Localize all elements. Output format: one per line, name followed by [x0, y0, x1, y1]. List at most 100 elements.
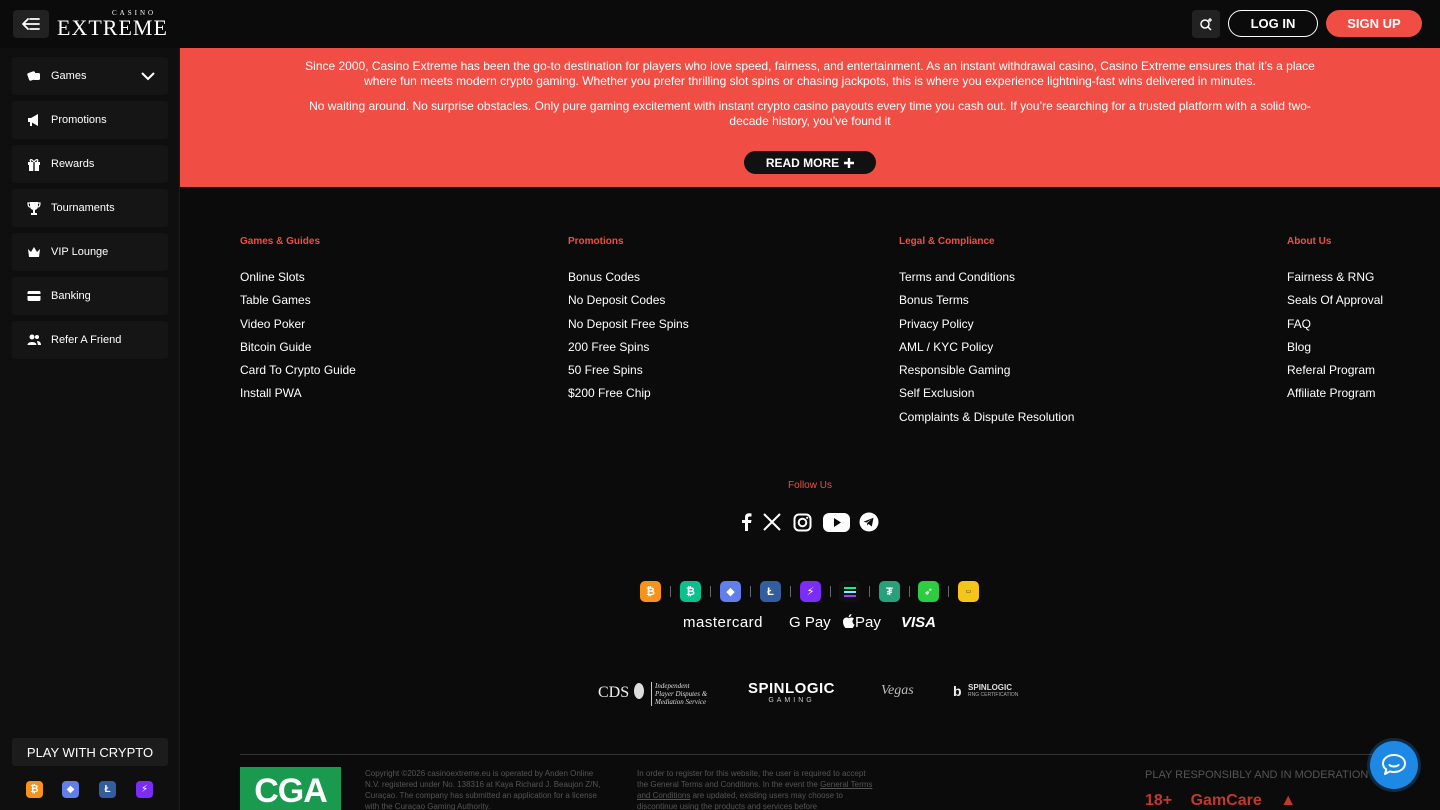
cds-subtitle-2: Player Disputes &: [655, 690, 708, 698]
casino-extreme-logo[interactable]: CASINO EXTREME: [57, 8, 172, 40]
litecoin-icon: Ł: [760, 581, 781, 602]
banner-paragraph-1: Since 2000, Casino Extreme has been the …: [305, 59, 1315, 88]
column-title: About Us: [1287, 236, 1332, 247]
games-icon: [27, 71, 40, 81]
play-responsibly-text: PLAY RESPONSIBLY AND IN MODERATION: [1145, 769, 1369, 781]
footer-link[interactable]: Self Exclusion: [899, 386, 1074, 409]
sidebar-item-games[interactable]: Games: [12, 57, 168, 95]
footer-link[interactable]: No Deposit Codes: [568, 293, 689, 316]
footer-link[interactable]: Fairness & RNG: [1287, 270, 1383, 293]
footer-link[interactable]: 50 Free Spins: [568, 363, 689, 386]
footer-link[interactable]: Video Poker: [240, 317, 356, 340]
banner-paragraph-2: No waiting around. No surprise obstacles…: [309, 99, 1311, 128]
divider: [670, 586, 671, 597]
live-chat-button[interactable]: [1370, 741, 1418, 789]
read-more-label: READ MORE: [765, 155, 840, 170]
sidebar-item-tournaments[interactable]: Tournaments: [12, 189, 168, 227]
divider: [830, 586, 831, 597]
footer-link[interactable]: Online Slots: [240, 270, 356, 293]
telegram-icon[interactable]: [858, 511, 880, 533]
sidebar: Games Promotions Rewards Tournaments VIP…: [0, 48, 180, 810]
footer-link[interactable]: Seals Of Approval: [1287, 293, 1383, 316]
footer-link[interactable]: FAQ: [1287, 317, 1383, 340]
x-twitter-icon[interactable]: [761, 511, 783, 533]
apple-pay-label: Pay: [855, 614, 881, 631]
sidebar-item-refer-a-friend[interactable]: Refer A Friend: [12, 321, 168, 359]
age-18-badge[interactable]: 18+: [1145, 792, 1172, 809]
sidebar-item-label: Games: [51, 70, 87, 82]
about-banner: Since 2000, Casino Extreme has been the …: [180, 48, 1440, 187]
bitcoin-icon[interactable]: ₿: [26, 781, 43, 798]
app-root: CASINO EXTREME LOG IN SIGN UP Games Prom…: [0, 0, 1440, 810]
megaphone-icon: [28, 114, 38, 126]
divider: [948, 586, 949, 597]
bitcoin-icon: ₿: [640, 581, 661, 602]
follow-us-heading: Follow Us: [788, 480, 832, 491]
copyright-text: Copyright ©2026 casinoextreme.eu is oper…: [365, 769, 601, 810]
footer-link[interactable]: 200 Free Spins: [568, 340, 689, 363]
footer-divider: [240, 754, 1380, 755]
chat-bubble-icon: [1382, 754, 1406, 775]
sidebar-item-vip-lounge[interactable]: VIP Lounge: [12, 233, 168, 271]
footer-link[interactable]: Table Games: [240, 293, 356, 316]
apple-pay-logo: Pay: [842, 614, 881, 631]
instagram-icon[interactable]: [791, 511, 813, 533]
gamcare-logo[interactable]: GamCare: [1191, 792, 1262, 809]
footer-column-games-guides: Games & Guides Online Slots Table Games …: [240, 236, 356, 410]
lightning-icon: ⚡: [800, 581, 821, 602]
trophy-icon: [27, 202, 41, 215]
footer-link[interactable]: Privacy Policy: [899, 317, 1074, 340]
cga-logo[interactable]: CGA: [240, 767, 341, 810]
facebook-icon[interactable]: [735, 511, 757, 533]
login-button[interactable]: LOG IN: [1228, 10, 1318, 37]
column-title: Games & Guides: [240, 236, 321, 247]
rocket-icon: ➶: [918, 581, 939, 602]
column-title: Promotions: [568, 236, 624, 247]
footer-link[interactable]: Bonus Terms: [899, 293, 1074, 316]
divider: [869, 586, 870, 597]
footer-link[interactable]: Card To Crypto Guide: [240, 363, 356, 386]
footer-link[interactable]: No Deposit Free Spins: [568, 317, 689, 340]
cds-subtitle-3: Mediation Service: [655, 698, 707, 706]
chevron-down-icon[interactable]: [140, 68, 156, 84]
read-more-button[interactable]: READ MORE: [744, 151, 876, 174]
footer-column-legal-compliance: Legal & Compliance Terms and Conditions …: [899, 236, 1074, 433]
footer-link[interactable]: Install PWA: [240, 386, 356, 409]
litecoin-icon[interactable]: Ł: [99, 781, 116, 798]
play-with-crypto-button[interactable]: PLAY WITH CRYPTO: [12, 738, 168, 766]
footer-link[interactable]: Complaints & Dispute Resolution: [899, 410, 1074, 433]
sidebar-item-promotions[interactable]: Promotions: [12, 101, 168, 139]
footer-link[interactable]: Blog: [1287, 340, 1383, 363]
plus-icon: [844, 157, 855, 168]
card-icon: [27, 291, 41, 301]
sidebar-item-rewards[interactable]: Rewards: [12, 145, 168, 183]
responsible-badges: 18+ GamCare ▲: [1145, 792, 1296, 810]
ethereum-icon[interactable]: ◆: [62, 781, 79, 798]
footer-link[interactable]: Bonus Codes: [568, 270, 689, 293]
youtube-icon[interactable]: [822, 511, 850, 533]
interac-icon: ▭: [958, 581, 979, 602]
sidebar-item-banking[interactable]: Banking: [12, 277, 168, 315]
rng-emblem-icon: b: [953, 683, 962, 699]
gift-icon: [28, 159, 40, 171]
footer-link[interactable]: Responsible Gaming: [899, 363, 1074, 386]
footer-link[interactable]: AML / KYC Policy: [899, 340, 1074, 363]
spinlogic-sub: GAMING: [768, 697, 815, 704]
footer-link[interactable]: Terms and Conditions: [899, 270, 1074, 293]
menu-toggle-button[interactable]: [13, 10, 49, 38]
footer-link[interactable]: Affiliate Program: [1287, 386, 1383, 409]
divider: [750, 586, 751, 597]
gamblers-anonymous-icon[interactable]: ▲: [1280, 792, 1296, 809]
bitcoin-cash-icon: ₿: [680, 581, 701, 602]
footer-link[interactable]: Referal Program: [1287, 363, 1383, 386]
sidebar-item-label: Refer A Friend: [51, 334, 122, 346]
footer-link[interactable]: Bitcoin Guide: [240, 340, 356, 363]
search-button[interactable]: [1192, 10, 1220, 38]
terms-notice: In order to register for this website, t…: [637, 768, 875, 810]
signup-button[interactable]: SIGN UP: [1326, 10, 1422, 37]
footer-link[interactable]: $200 Free Chip: [568, 386, 689, 409]
spinlogic-gaming-logo: SPINLOGIC GAMING: [748, 680, 835, 704]
tether-icon: ₮: [879, 581, 900, 602]
vegas-logo: Vegas: [881, 683, 914, 698]
lightning-icon[interactable]: ⚡: [136, 781, 153, 798]
